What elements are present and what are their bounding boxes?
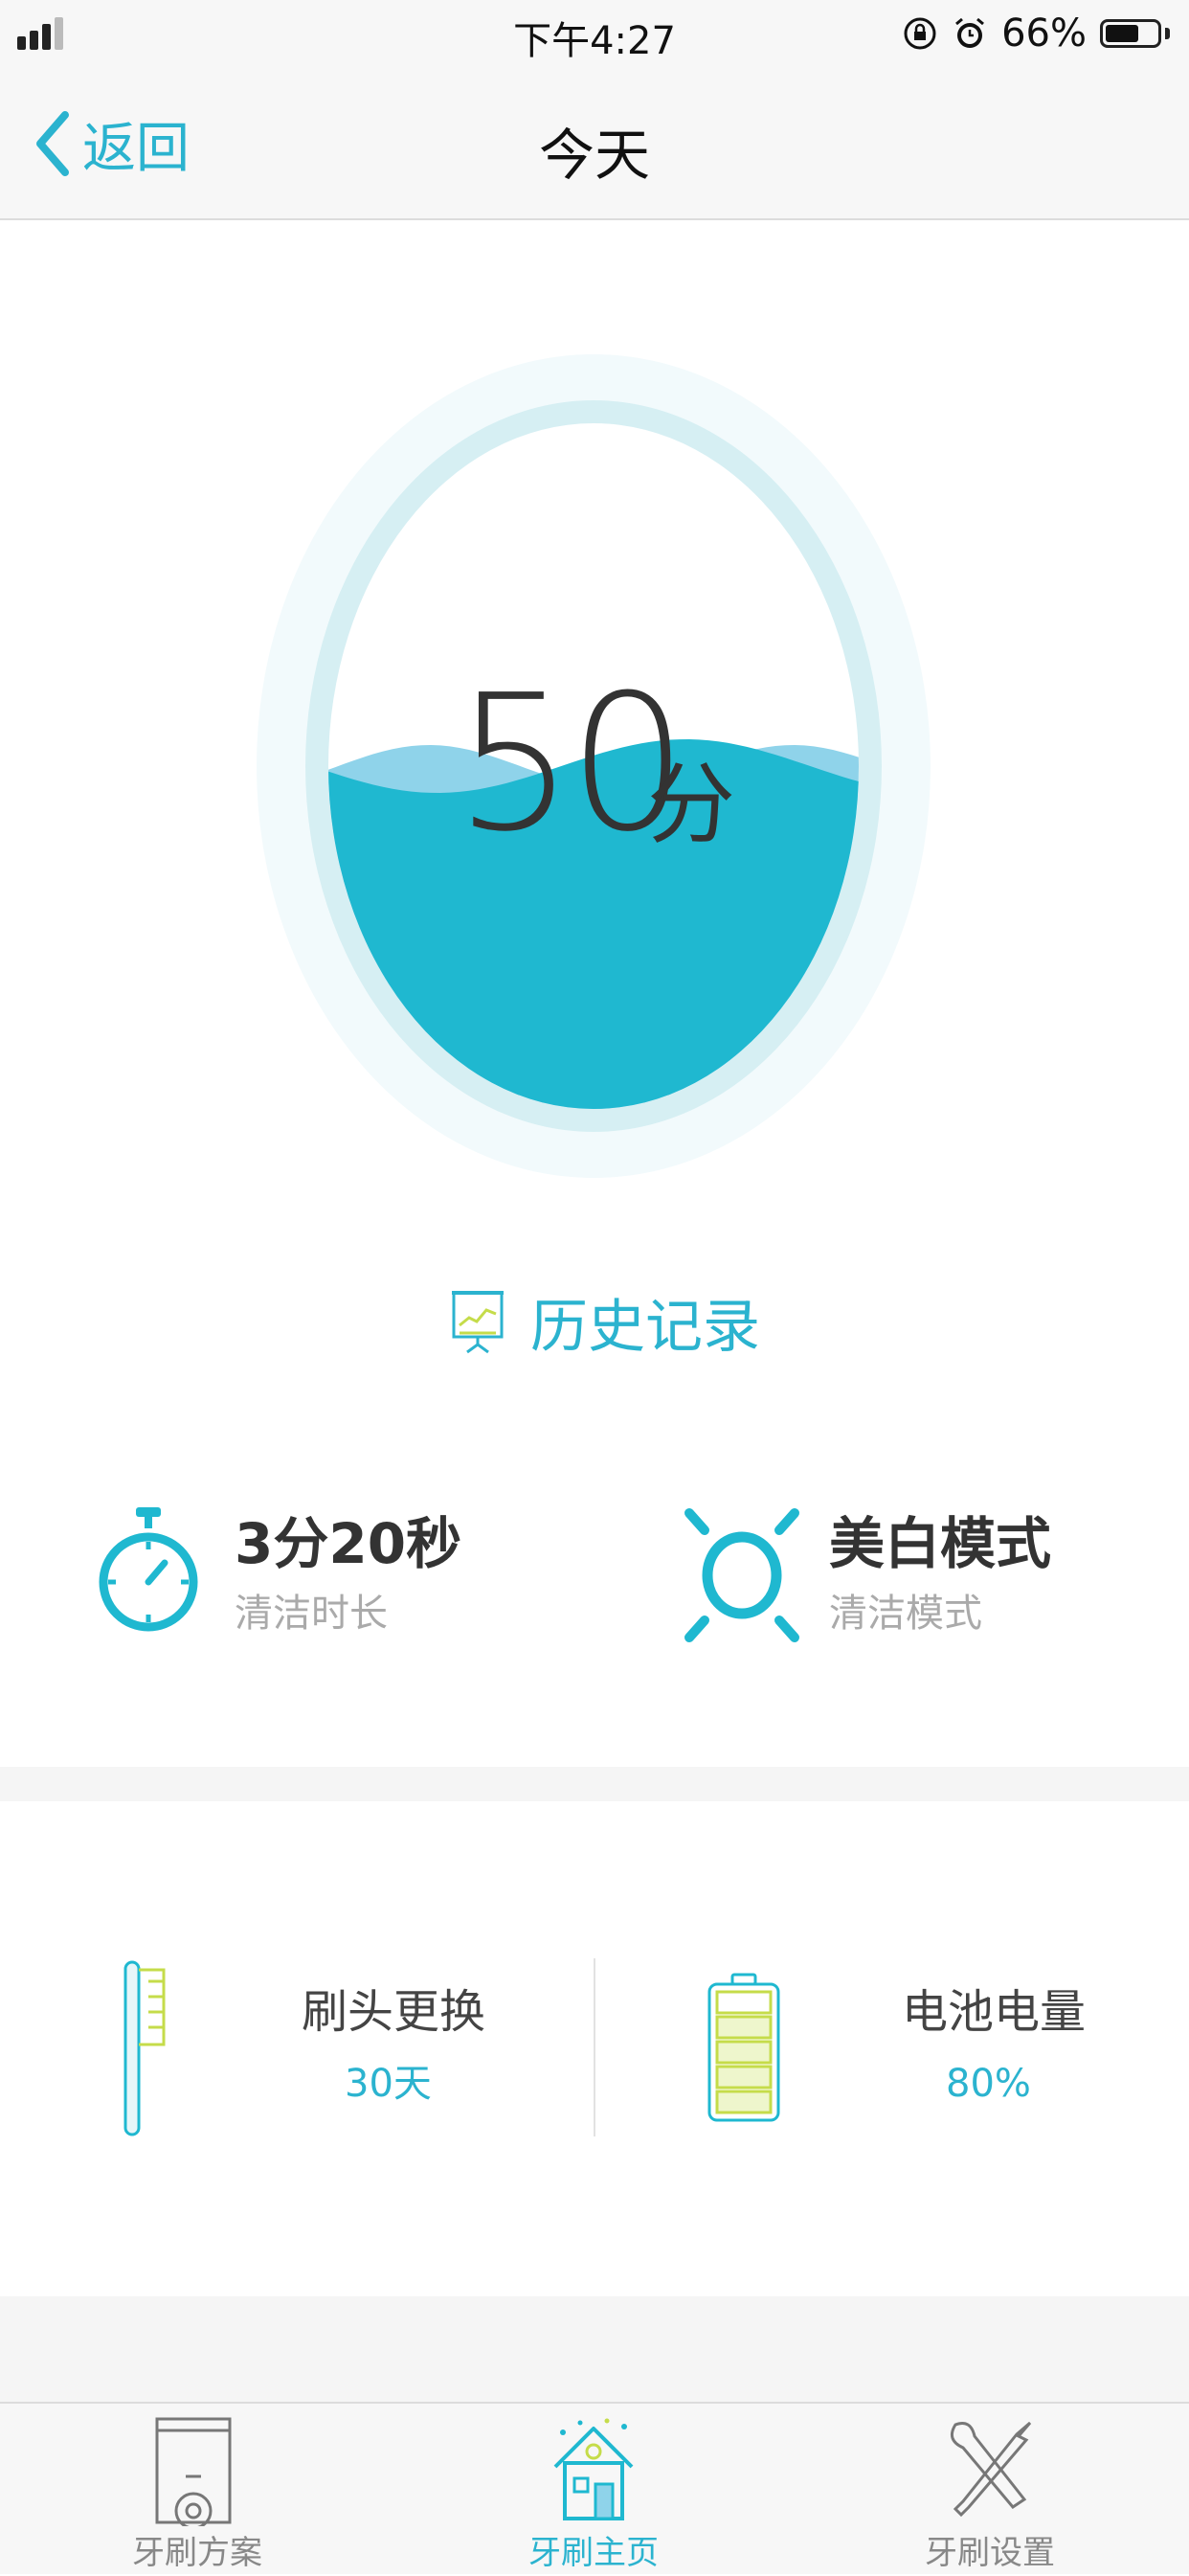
battery-cell <box>715 1990 773 2015</box>
mode-value: 美白模式 <box>829 1511 1052 1576</box>
battery-level-icon <box>707 1973 780 2122</box>
sun-icon <box>684 1508 799 1642</box>
score-unit: 分 <box>647 754 736 856</box>
tab-plan[interactable]: 牙刷方案 <box>73 2404 322 2576</box>
tab-home[interactable]: 牙刷主页 <box>469 2404 718 2576</box>
status-bar: 下午4:27 66% <box>0 0 1189 67</box>
tab-settings-label: 牙刷设置 <box>925 2534 1055 2572</box>
duration-label: 清洁时长 <box>235 1592 388 1636</box>
battery-cells <box>715 1990 773 2114</box>
tab-plan-label: 牙刷方案 <box>132 2534 262 2572</box>
nav-bar: 返回 今天 <box>0 67 1189 220</box>
battery-icon <box>1100 19 1161 48</box>
device-divider <box>594 1958 595 2136</box>
battery-cell <box>715 2040 773 2065</box>
battery-cell <box>715 2015 773 2040</box>
brush-head-title: 刷头更换 <box>302 1985 486 2039</box>
duration-value: 3分20秒 <box>235 1511 462 1576</box>
battery-title: 电池电量 <box>902 1985 1087 2039</box>
brush-head-value: 30天 <box>345 2062 432 2106</box>
tab-bar: 牙刷方案 牙刷主页 牙刷设置 <box>0 2402 1189 2574</box>
toothbrush-icon <box>123 1960 166 2136</box>
battery-fill <box>1106 25 1138 42</box>
chart-board-icon <box>452 1291 504 1354</box>
bottom-spacer <box>0 2296 1189 2402</box>
tab-settings[interactable]: 牙刷设置 <box>865 2404 1114 2576</box>
plan-gear-icon <box>155 2417 232 2526</box>
history-link[interactable]: 历史记录 <box>450 1278 760 1365</box>
home-icon <box>553 2418 634 2520</box>
section-divider <box>0 1767 1189 1801</box>
tools-icon <box>950 2421 1032 2518</box>
mode-label: 清洁模式 <box>829 1592 982 1636</box>
battery-value: 80% <box>946 2062 1031 2106</box>
alarm-icon <box>955 17 985 48</box>
tab-home-label: 牙刷主页 <box>528 2534 659 2572</box>
stopwatch-icon <box>99 1507 198 1632</box>
battery-percent: 66% <box>1001 11 1087 56</box>
history-label: 历史记录 <box>530 1293 760 1361</box>
battery-cell <box>715 2065 773 2090</box>
page-title: 今天 <box>538 123 650 188</box>
battery-nub <box>1165 28 1170 39</box>
battery-cell <box>715 2090 773 2114</box>
rotation-lock-icon <box>904 17 936 50</box>
